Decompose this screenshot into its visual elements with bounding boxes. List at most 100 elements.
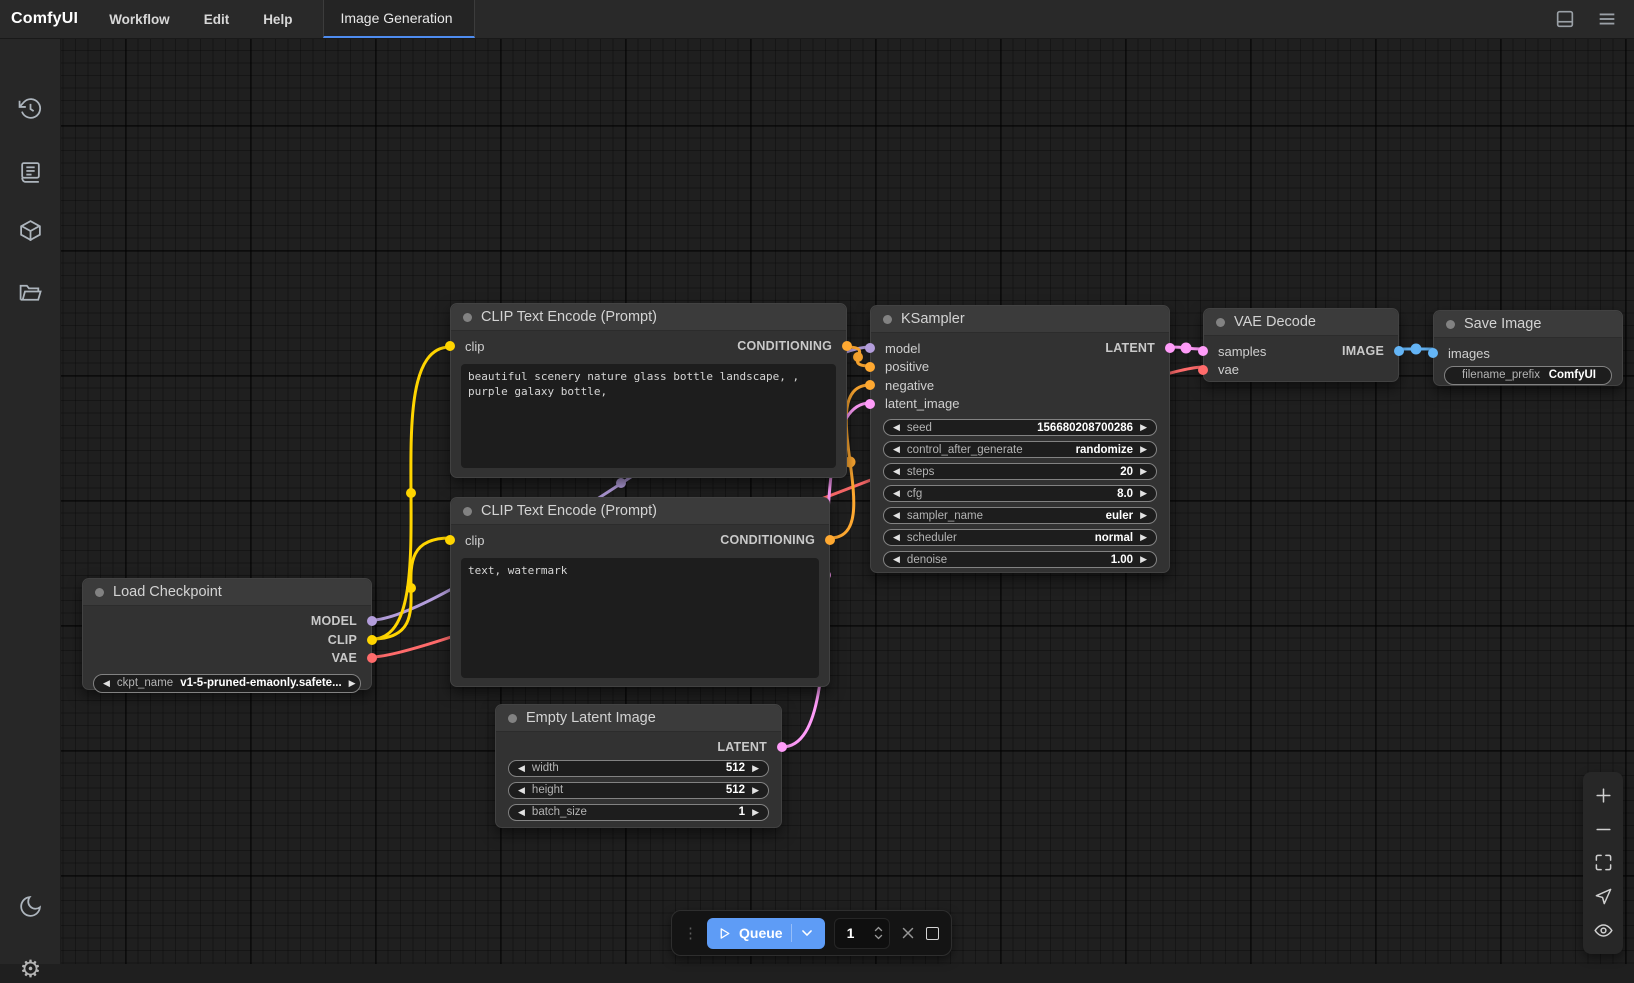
zoom-out-icon[interactable]: [1594, 820, 1613, 839]
increment-arrow-icon[interactable]: ▶: [1140, 489, 1147, 498]
output-port-conditioning[interactable]: [825, 535, 835, 545]
increment-arrow-icon[interactable]: ▶: [1140, 423, 1147, 432]
decrement-arrow-icon[interactable]: ◀: [893, 467, 900, 476]
batch-count-value[interactable]: 1: [847, 925, 855, 941]
stop-square-icon[interactable]: [926, 927, 939, 940]
node-titlebar[interactable]: Save Image: [1434, 311, 1622, 338]
node-titlebar[interactable]: Load Checkpoint: [83, 579, 371, 606]
menu-edit[interactable]: Edit: [187, 12, 247, 27]
collapse-dot[interactable]: [883, 315, 892, 324]
increment-arrow-icon[interactable]: ▶: [1140, 445, 1147, 454]
widget-seed[interactable]: ◀seed156680208700286▶: [883, 419, 1157, 436]
output-port-conditioning[interactable]: [842, 341, 852, 351]
decrement-arrow-icon[interactable]: ◀: [518, 786, 525, 795]
output-port-latent[interactable]: [1165, 343, 1175, 353]
widget-scheduler[interactable]: ◀schedulernormal▶: [883, 529, 1157, 546]
decrement-arrow-icon[interactable]: ◀: [893, 423, 900, 432]
decrement-arrow-icon[interactable]: ◀: [893, 445, 900, 454]
queue-button[interactable]: Queue: [707, 918, 825, 949]
link-visibility-eye-icon[interactable]: [1594, 921, 1613, 940]
node-clip-text-encode-positive[interactable]: CLIP Text Encode (Prompt) clip CONDITION…: [450, 303, 847, 478]
pan-navigation-arrow-icon[interactable]: [1594, 887, 1613, 906]
node-titlebar[interactable]: CLIP Text Encode (Prompt): [451, 498, 829, 525]
input-port-clip[interactable]: [445, 341, 455, 351]
input-port-vae[interactable]: [1198, 365, 1208, 375]
widget-sampler-name[interactable]: ◀sampler_nameeuler▶: [883, 507, 1157, 524]
increment-arrow-icon[interactable]: ▶: [1140, 467, 1147, 476]
widget-height[interactable]: ◀height512▶: [508, 782, 769, 799]
decrement-arrow-icon[interactable]: ◀: [103, 679, 110, 688]
node-save-image[interactable]: Save Image images filename_prefix ComfyU…: [1433, 310, 1623, 386]
node-empty-latent-image[interactable]: Empty Latent Image LATENT ◀width512▶ ◀he…: [495, 704, 782, 828]
prompt-textarea[interactable]: beautiful scenery nature glass bottle la…: [461, 364, 836, 468]
node-library-icon[interactable]: [18, 160, 43, 185]
node-titlebar[interactable]: VAE Decode: [1204, 309, 1398, 336]
node-titlebar[interactable]: CLIP Text Encode (Prompt): [451, 304, 846, 331]
decrement-chevron-icon[interactable]: [874, 934, 883, 940]
widget-cfg[interactable]: ◀cfg8.0▶: [883, 485, 1157, 502]
model-library-icon[interactable]: [18, 218, 43, 243]
workflows-folder-icon[interactable]: [18, 280, 43, 305]
input-port-latent-image[interactable]: [865, 399, 875, 409]
menu-hamburger-icon[interactable]: [1596, 8, 1618, 30]
menu-help[interactable]: Help: [246, 12, 309, 27]
increment-arrow-icon[interactable]: ▶: [1140, 555, 1147, 564]
increment-arrow-icon[interactable]: ▶: [349, 679, 356, 688]
increment-arrow-icon[interactable]: ▶: [752, 764, 759, 773]
decrement-arrow-icon[interactable]: ◀: [518, 808, 525, 817]
zoom-in-icon[interactable]: [1594, 786, 1613, 805]
node-clip-text-encode-negative[interactable]: CLIP Text Encode (Prompt) clip CONDITION…: [450, 497, 830, 687]
widget-batch-size[interactable]: ◀batch_size1▶: [508, 804, 769, 821]
decrement-arrow-icon[interactable]: ◀: [893, 511, 900, 520]
tab-image-generation[interactable]: Image Generation: [323, 0, 475, 38]
output-port-vae[interactable]: [367, 653, 377, 663]
bottom-panel-toggle-icon[interactable]: [1554, 8, 1576, 30]
output-port-image[interactable]: [1394, 346, 1404, 356]
node-load-checkpoint[interactable]: Load Checkpoint MODEL CLIP VAE ◀ ckpt_na…: [82, 578, 372, 690]
decrement-arrow-icon[interactable]: ◀: [893, 555, 900, 564]
increment-chevron-icon[interactable]: [874, 926, 883, 932]
chevron-down-icon[interactable]: [800, 926, 814, 940]
widget-control-after-generate[interactable]: ◀control_after_generaterandomize▶: [883, 441, 1157, 458]
input-port-negative[interactable]: [865, 380, 875, 390]
settings-gear-icon[interactable]: ⚙: [0, 957, 61, 983]
widget-steps[interactable]: ◀steps20▶: [883, 463, 1157, 480]
node-titlebar[interactable]: KSampler: [871, 306, 1169, 333]
collapse-dot[interactable]: [508, 714, 517, 723]
node-titlebar[interactable]: Empty Latent Image: [496, 705, 781, 732]
collapse-dot[interactable]: [95, 588, 104, 597]
increment-arrow-icon[interactable]: ▶: [1140, 533, 1147, 542]
input-port-clip[interactable]: [445, 535, 455, 545]
collapse-dot[interactable]: [463, 507, 472, 516]
drag-handle-icon[interactable]: ⋮: [683, 926, 698, 941]
input-port-model[interactable]: [865, 343, 875, 353]
output-port-clip[interactable]: [367, 635, 377, 645]
widget-ckpt-name[interactable]: ◀ ckpt_name v1-5-pruned-emaonly.safete..…: [93, 674, 361, 693]
workflow-history-icon[interactable]: [18, 96, 43, 121]
prompt-textarea[interactable]: text, watermark: [461, 558, 819, 678]
increment-arrow-icon[interactable]: ▶: [752, 786, 759, 795]
collapse-dot[interactable]: [1446, 320, 1455, 329]
output-port-latent[interactable]: [777, 742, 787, 752]
decrement-arrow-icon[interactable]: ◀: [893, 533, 900, 542]
collapse-dot[interactable]: [1216, 318, 1225, 327]
input-port-images[interactable]: [1428, 348, 1438, 358]
theme-toggle-moon-icon[interactable]: [18, 894, 43, 919]
widget-denoise[interactable]: ◀denoise1.00▶: [883, 551, 1157, 568]
increment-arrow-icon[interactable]: ▶: [752, 808, 759, 817]
increment-arrow-icon[interactable]: ▶: [1140, 511, 1147, 520]
widget-filename-prefix[interactable]: filename_prefix ComfyUI: [1444, 366, 1612, 385]
menu-workflow[interactable]: Workflow: [92, 12, 187, 27]
graph-canvas[interactable]: [0, 0, 1634, 964]
decrement-arrow-icon[interactable]: ◀: [518, 764, 525, 773]
input-port-positive[interactable]: [865, 362, 875, 372]
output-port-model[interactable]: [367, 616, 377, 626]
node-vae-decode[interactable]: VAE Decode samples IMAGE vae: [1203, 308, 1399, 382]
input-port-samples[interactable]: [1198, 346, 1208, 356]
widget-width[interactable]: ◀width512▶: [508, 760, 769, 777]
cancel-x-icon[interactable]: [899, 924, 917, 942]
batch-count-stepper[interactable]: 1: [834, 918, 890, 949]
node-ksampler[interactable]: KSampler model LATENT positive negative …: [870, 305, 1170, 573]
decrement-arrow-icon[interactable]: ◀: [893, 489, 900, 498]
collapse-dot[interactable]: [463, 313, 472, 322]
